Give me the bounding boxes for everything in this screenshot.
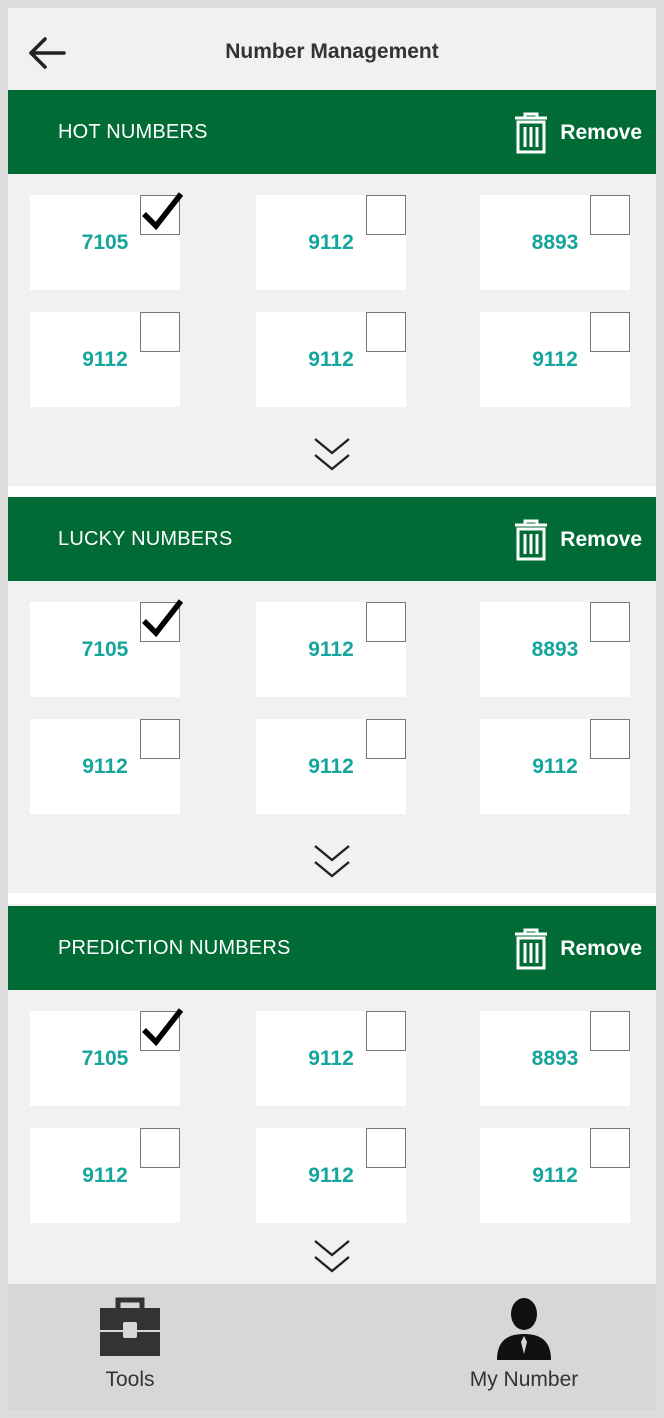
remove-label: Remove [560, 121, 642, 144]
user-icon [497, 1298, 551, 1360]
trash-icon [515, 928, 548, 970]
select-checkbox[interactable] [366, 602, 406, 642]
number-tile[interactable]: 7105 [30, 1008, 184, 1106]
toolbox-icon [100, 1297, 160, 1356]
select-checkbox[interactable] [366, 1011, 406, 1051]
select-checkbox[interactable] [140, 312, 180, 352]
section-lucky-numbers: LUCKY NUMBERS Remove 7105 9112 8893 9112 911… [8, 497, 656, 893]
select-checkbox[interactable] [140, 1128, 180, 1168]
tab-label: My Number [469, 1368, 579, 1391]
number-tile[interactable]: 9112 [480, 312, 630, 407]
select-checkbox[interactable] [590, 1011, 630, 1051]
number-tile[interactable]: 9112 [256, 719, 406, 814]
expand-button[interactable] [308, 841, 356, 883]
section-bar: LUCKY NUMBERS Remove [8, 497, 656, 581]
select-checkbox[interactable] [140, 599, 184, 642]
expand-button[interactable] [308, 1236, 356, 1278]
checkmark-icon [142, 192, 184, 231]
number-tile[interactable]: 9112 [30, 312, 180, 407]
number-tile[interactable]: 9112 [256, 195, 406, 290]
select-checkbox[interactable] [140, 1008, 184, 1051]
number-tile[interactable]: 9112 [256, 1128, 406, 1223]
number-tile[interactable]: 8893 [480, 195, 630, 290]
checkmark-icon [142, 599, 184, 638]
checkmark-icon [142, 1008, 184, 1047]
number-tile[interactable]: 9112 [30, 1128, 180, 1223]
remove-button[interactable]: Remove [512, 110, 642, 156]
header: Number Management [8, 8, 656, 90]
section-title: HOT NUMBERS [58, 121, 208, 143]
tab-tools[interactable]: Tools [30, 1284, 230, 1410]
number-tile[interactable]: 7105 [30, 599, 184, 697]
select-checkbox[interactable] [140, 719, 180, 759]
section-divider [8, 893, 656, 904]
chevron-double-down-icon [314, 845, 350, 878]
app-frame: Number Management HOT NUMBERS Remove 710… [8, 8, 656, 1410]
section-hot-numbers: HOT NUMBERS Remove 7105 9112 8893 9112 9112 9… [8, 90, 656, 486]
select-checkbox[interactable] [366, 195, 406, 235]
select-checkbox[interactable] [590, 195, 630, 235]
page-title: Number Management [225, 40, 439, 63]
trash-icon [515, 519, 548, 561]
number-tile[interactable]: 9112 [480, 1128, 630, 1223]
tab-my-number[interactable]: My Number [424, 1284, 624, 1410]
select-checkbox[interactable] [366, 719, 406, 759]
select-checkbox[interactable] [590, 312, 630, 352]
number-tile[interactable]: 7105 [30, 192, 184, 290]
remove-label: Remove [560, 528, 642, 551]
section-bar: PREDICTION NUMBERS Remove [8, 906, 656, 990]
chevron-double-down-icon [314, 1240, 350, 1273]
select-checkbox[interactable] [590, 1128, 630, 1168]
bottom-tab-bar: Tools My Number [8, 1284, 656, 1410]
select-checkbox[interactable] [366, 312, 406, 352]
section-bar: HOT NUMBERS Remove [8, 90, 656, 174]
select-checkbox[interactable] [140, 192, 184, 235]
remove-button[interactable]: Remove [512, 517, 642, 563]
select-checkbox[interactable] [366, 1128, 406, 1168]
chevron-double-down-icon [314, 438, 350, 471]
tab-label: Tools [105, 1368, 155, 1391]
select-checkbox[interactable] [590, 719, 630, 759]
remove-label: Remove [560, 937, 642, 960]
remove-button[interactable]: Remove [512, 926, 642, 972]
section-divider [8, 486, 656, 497]
section-title: LUCKY NUMBERS [58, 528, 233, 550]
number-tile[interactable]: 9112 [256, 312, 406, 407]
section-title: PREDICTION NUMBERS [58, 937, 291, 959]
trash-icon [515, 112, 548, 154]
select-checkbox[interactable] [590, 602, 630, 642]
number-tile[interactable]: 9112 [480, 719, 630, 814]
number-tile[interactable]: 9112 [256, 602, 406, 697]
number-tile[interactable]: 8893 [480, 1011, 630, 1106]
section-prediction-numbers: PREDICTION NUMBERS Remove 7105 9112 8893 91… [8, 906, 656, 1284]
number-tile[interactable]: 8893 [480, 602, 630, 697]
number-tile[interactable]: 9112 [256, 1011, 406, 1106]
number-tile[interactable]: 9112 [30, 719, 180, 814]
expand-button[interactable] [308, 434, 356, 476]
